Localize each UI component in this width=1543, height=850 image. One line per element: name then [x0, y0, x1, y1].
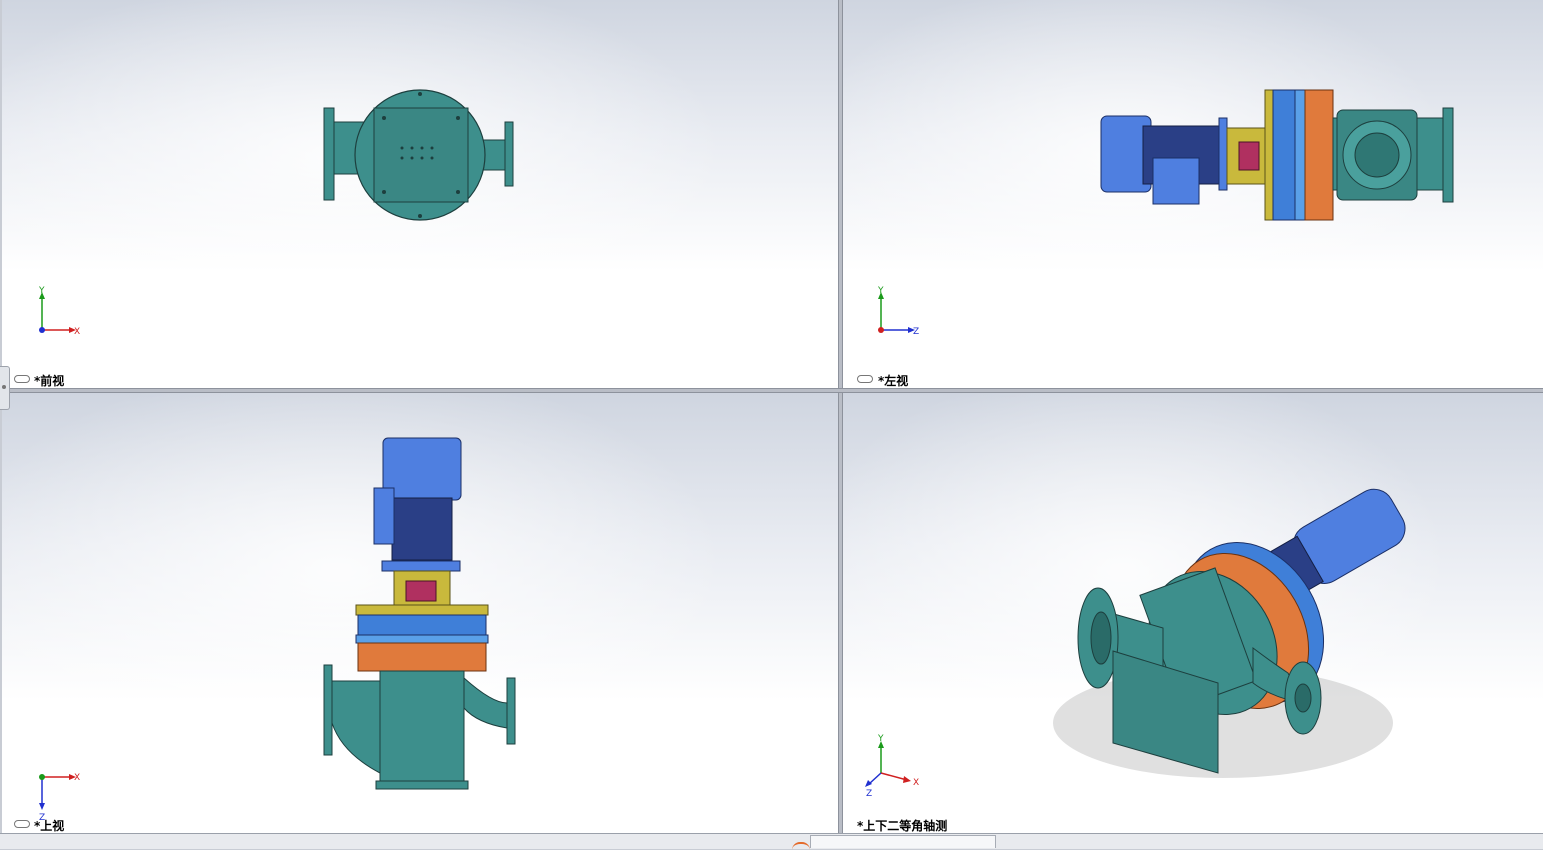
viewport-top[interactable]: Z X *上视	[2, 393, 838, 833]
axis-triad-isometric: Y X Z	[865, 734, 919, 799]
viewport-label-front: *前视	[34, 374, 65, 388]
link-view-icon[interactable]	[14, 375, 30, 383]
viewport-splitter-horizontal[interactable]	[0, 388, 1543, 393]
bottom-status-bar	[0, 833, 1543, 849]
panel-collapse-handle[interactable]	[0, 366, 10, 410]
axis-label-x: X	[913, 778, 919, 788]
axis-label-z: Z	[913, 327, 919, 337]
axis-triad-left: Y Z	[877, 286, 919, 337]
model-top-view[interactable]	[2, 393, 838, 833]
bottom-tab[interactable]	[810, 835, 996, 848]
axis-label-x: X	[74, 773, 80, 783]
model-isometric-view[interactable]	[843, 393, 1543, 833]
axis-triad-top: Z X	[39, 773, 80, 823]
viewport-left[interactable]: Y Z *左视	[843, 0, 1543, 388]
viewport-splitter-vertical[interactable]	[838, 0, 843, 833]
orange-indicator-icon	[792, 842, 810, 850]
axis-label-x: X	[74, 327, 80, 337]
viewport-label-top: *上视	[34, 819, 65, 833]
axis-label-y: Y	[877, 734, 884, 744]
axis-label-y: Y	[38, 286, 45, 296]
model-front-view[interactable]	[2, 0, 838, 388]
viewport-label-isometric: *上下二等角轴测	[857, 819, 948, 833]
viewport-isometric[interactable]: Y X Z *上下二等角轴测	[843, 393, 1543, 833]
axis-label-y: Y	[877, 286, 884, 296]
link-view-icon[interactable]	[14, 820, 30, 828]
axis-label-z: Z	[866, 789, 872, 799]
viewport-label-left: *左视	[878, 374, 909, 388]
model-left-view[interactable]	[843, 0, 1543, 388]
axis-triad-front: Y X	[38, 286, 80, 337]
link-view-icon[interactable]	[857, 375, 873, 383]
viewport-front[interactable]: Y X *前视	[2, 0, 838, 388]
